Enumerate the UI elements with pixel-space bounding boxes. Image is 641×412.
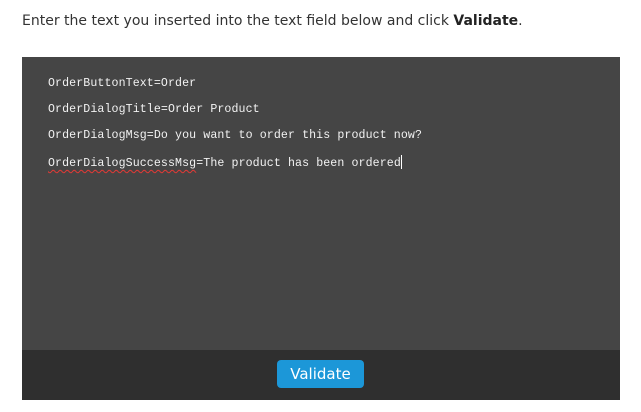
editor-line-2: OrderDialogTitle=Order Product bbox=[48, 103, 260, 116]
editor-line-3: OrderDialogMsg=Do you want to order this… bbox=[48, 129, 423, 142]
text-caret bbox=[400, 155, 402, 169]
editor-line-4: OrderDialogSuccessMsg=The product has be… bbox=[48, 155, 620, 181]
editor-panel: OrderButtonText=Order OrderDialogTitle=O… bbox=[22, 57, 620, 400]
misspelled-word: OrderDialogSuccessMsg bbox=[48, 157, 197, 170]
instruction-suffix: . bbox=[518, 13, 523, 29]
instruction-action-word: Validate bbox=[453, 13, 519, 29]
instruction-text: Enter the text you inserted into the tex… bbox=[22, 13, 523, 29]
editor-line-1: OrderButtonText=Order bbox=[48, 77, 197, 90]
editor-footer: Validate bbox=[22, 350, 620, 400]
editor-line-4-rest: =The product has been ordered bbox=[196, 157, 401, 170]
instruction-prefix: Enter the text you inserted into the tex… bbox=[22, 13, 454, 29]
text-editor[interactable]: OrderButtonText=Order OrderDialogTitle=O… bbox=[22, 57, 620, 350]
validate-button[interactable]: Validate bbox=[277, 360, 364, 388]
